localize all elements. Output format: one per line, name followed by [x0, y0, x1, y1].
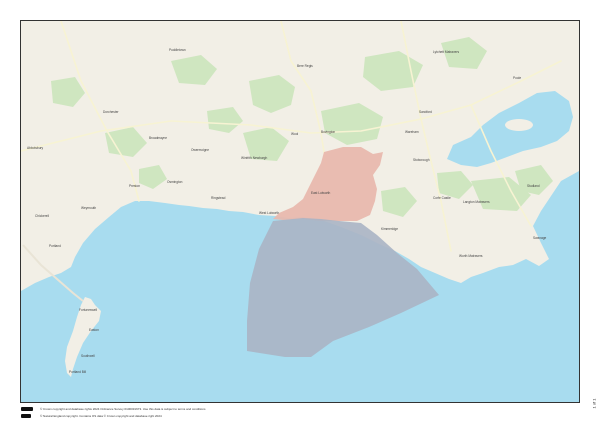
label-dorchester: Dorchester — [103, 110, 120, 114]
label-osmington: Osmington — [167, 180, 183, 184]
label-portland-bill: Portland Bill — [69, 370, 86, 374]
label-preston: Preston — [129, 184, 140, 188]
label-ringstead: Ringstead — [211, 196, 226, 200]
attribution-line: © Natural England copyright. Contains OS… — [40, 414, 162, 418]
label-worth-matravers: Worth Matravers — [459, 254, 483, 258]
copyright-line: © Crown copyright and database rights 20… — [40, 407, 206, 411]
label-langton-matravers: Langton Matravers — [463, 200, 490, 204]
page-marker: 1 of 1 — [590, 392, 598, 414]
label-weymouth: Weymouth — [81, 206, 96, 210]
label-bere-regis: Bere Regis — [297, 64, 313, 68]
label-owermoigne: Owermoigne — [191, 148, 209, 152]
label-abbotsbury: Abbotsbury — [27, 146, 44, 150]
label-bovington: Bovington — [321, 130, 335, 134]
label-studland: Studland — [527, 184, 540, 188]
label-broadmayne: Broadmayne — [149, 136, 167, 140]
label-corfe-castle: Corfe Castle — [433, 196, 451, 200]
brownsea-island — [505, 119, 533, 131]
ne-logo — [21, 414, 31, 418]
page-marker-label: 1 of 1 — [591, 397, 597, 409]
label-puddletown: Puddletown — [169, 48, 186, 52]
label-kimmeridge: Kimmeridge — [381, 227, 398, 231]
label-easton: Easton — [89, 328, 99, 332]
label-east-lulworth: East Lulworth — [311, 191, 331, 195]
label-sandford: Sandford — [419, 110, 432, 114]
label-wareham: Wareham — [405, 130, 419, 134]
label-southwell: Southwell — [81, 354, 95, 358]
label-lytchett-matravers: Lytchett Matravers — [433, 50, 460, 54]
label-chickerell: Chickerell — [35, 214, 49, 218]
label-fortuneswell: Fortuneswell — [79, 308, 97, 312]
label-stoborough: Stoborough — [413, 158, 430, 162]
label-poole: Poole — [513, 76, 521, 80]
label-wool: Wool — [291, 132, 298, 136]
basemap[interactable]: Poole Lytchett Matravers Dorchester Ware… — [21, 21, 579, 402]
label-swanage: Swanage — [533, 236, 547, 240]
os-logo — [21, 407, 33, 411]
map-frame[interactable]: Poole Lytchett Matravers Dorchester Ware… — [20, 20, 580, 403]
label-west-lulworth: West Lulworth — [259, 211, 279, 215]
label-winfrith-newburgh: Winfrith Newburgh — [241, 156, 267, 160]
label-portland: Portland — [49, 244, 61, 248]
